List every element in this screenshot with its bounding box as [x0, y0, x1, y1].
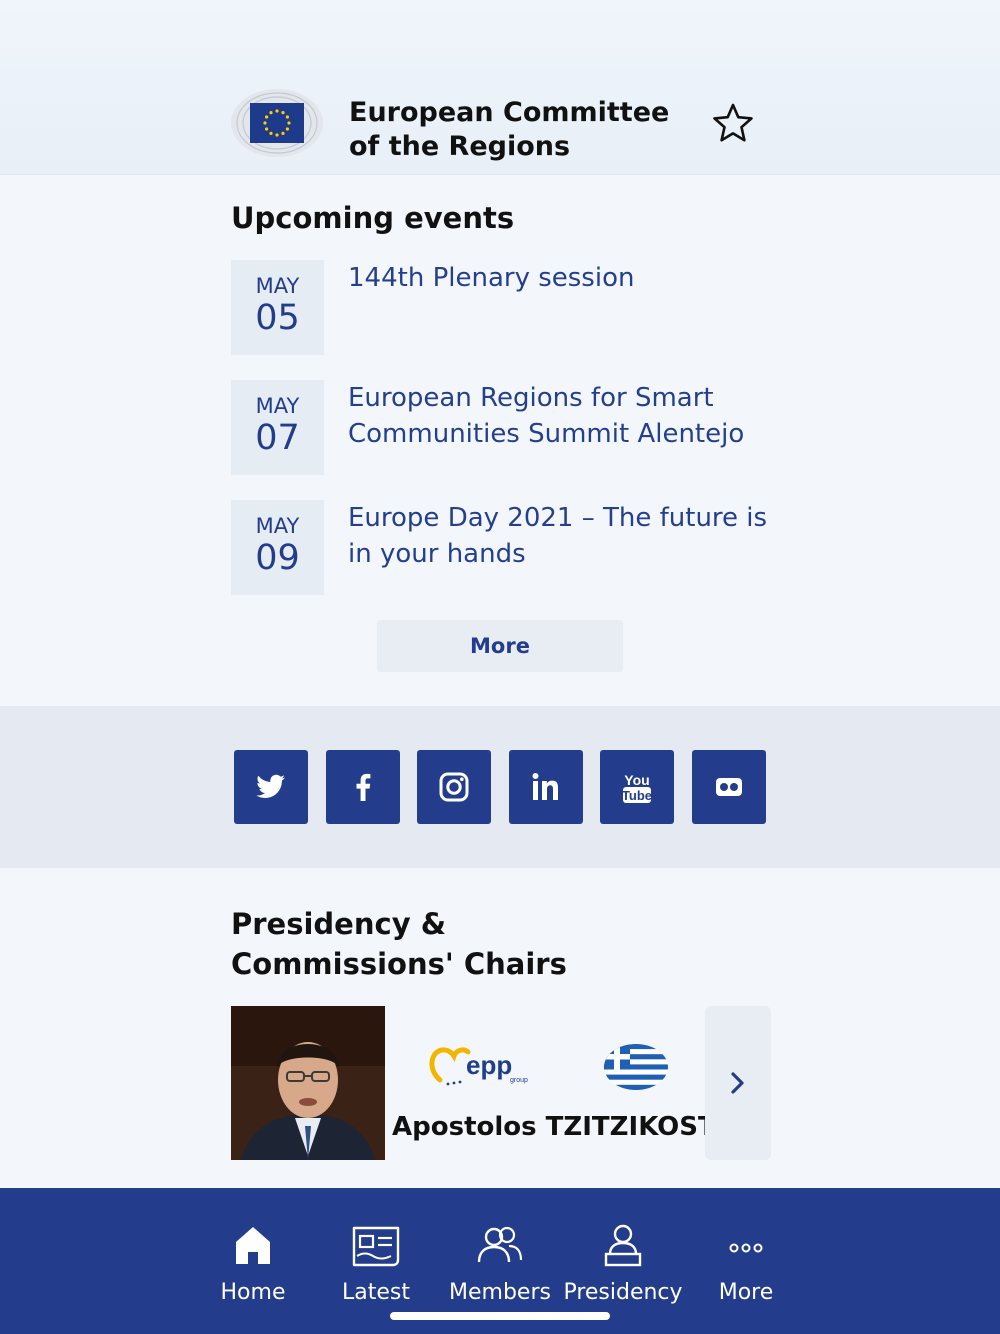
event-day: 09 [255, 538, 300, 578]
event-item[interactable]: MAY 05 144th Plenary session [231, 260, 771, 356]
party-logo: epp group [429, 1047, 528, 1086]
facebook-icon [356, 773, 371, 801]
member-photo[interactable] [231, 1006, 385, 1160]
next-member-button[interactable] [705, 1006, 771, 1160]
party-logo-text: epp [466, 1050, 512, 1080]
instagram-icon [439, 772, 469, 802]
tab-label: Presidency [563, 1280, 683, 1305]
members-icon [477, 1226, 523, 1263]
event-title-link[interactable]: European Regions for Smart Communities S… [348, 380, 768, 452]
party-logo-subtext: group [510, 1077, 528, 1084]
event-title-link[interactable]: 144th Plenary session [348, 260, 768, 296]
tab-presidency[interactable]: Presidency [561, 1188, 685, 1318]
flickr-button[interactable] [692, 750, 766, 824]
home-indicator [390, 1312, 610, 1320]
upcoming-events-section: Upcoming events MAY 05 144th Plenary ses… [0, 176, 1000, 706]
event-month: MAY [255, 274, 300, 298]
event-item[interactable]: MAY 07 European Regions for Smart Commun… [231, 380, 771, 476]
social-links-bar: You Tube [0, 706, 1000, 868]
tab-members[interactable]: Members [438, 1188, 562, 1318]
event-title-link[interactable]: Europe Day 2021 – The future is in your … [348, 500, 768, 572]
cor-logo [231, 89, 323, 157]
facebook-button[interactable] [326, 750, 400, 824]
presidency-icon [604, 1224, 642, 1267]
linkedin-button[interactable] [509, 750, 583, 824]
tab-label: Home [220, 1280, 286, 1305]
youtube-logo-top: You [624, 772, 649, 788]
youtube-icon: You Tube [622, 772, 652, 803]
section-title: Presidency & Commissions' Chairs [231, 907, 567, 981]
instagram-button[interactable] [417, 750, 491, 824]
tab-label: Members [449, 1280, 551, 1305]
youtube-logo-bottom: Tube [622, 788, 652, 803]
event-month: MAY [255, 514, 300, 538]
twitter-icon [256, 774, 285, 798]
event-item[interactable]: MAY 09 Europe Day 2021 – The future is i… [231, 500, 771, 596]
chevron-right-icon [731, 1072, 744, 1094]
flickr-icon [716, 778, 742, 796]
tab-home[interactable]: Home [191, 1188, 315, 1318]
linkedin-icon [532, 773, 558, 800]
app-header: European Committee of the Regions [0, 0, 1000, 175]
organization-name: European Committee of the Regions [349, 97, 670, 162]
home-icon [236, 1227, 270, 1264]
favorite-button[interactable] [712, 102, 754, 144]
twitter-button[interactable] [234, 750, 308, 824]
event-day: 07 [255, 418, 300, 458]
star-outline-icon [713, 103, 753, 142]
more-dots-icon [729, 1243, 763, 1253]
tab-more[interactable]: More [684, 1188, 808, 1318]
event-day: 05 [255, 298, 300, 338]
bottom-tab-bar: Home Latest Members Presidency More [0, 1188, 1000, 1334]
event-date: MAY 09 [231, 500, 324, 595]
more-events-button[interactable]: More [377, 620, 623, 672]
tab-latest[interactable]: Latest [314, 1188, 438, 1318]
greece-flag-icon [604, 1044, 668, 1090]
tab-label: More [718, 1280, 774, 1305]
youtube-button[interactable]: You Tube [600, 750, 674, 824]
member-name[interactable]: Apostolos TZITZIKOSTAS [392, 1112, 753, 1142]
event-date: MAY 05 [231, 260, 324, 355]
event-month: MAY [255, 394, 300, 418]
section-title: Upcoming events [231, 201, 515, 235]
tab-label: Latest [342, 1280, 410, 1305]
news-icon [352, 1226, 400, 1267]
event-date: MAY 07 [231, 380, 324, 475]
presidency-section: Presidency & Commissions' Chairs epp gro… [0, 868, 1000, 1188]
